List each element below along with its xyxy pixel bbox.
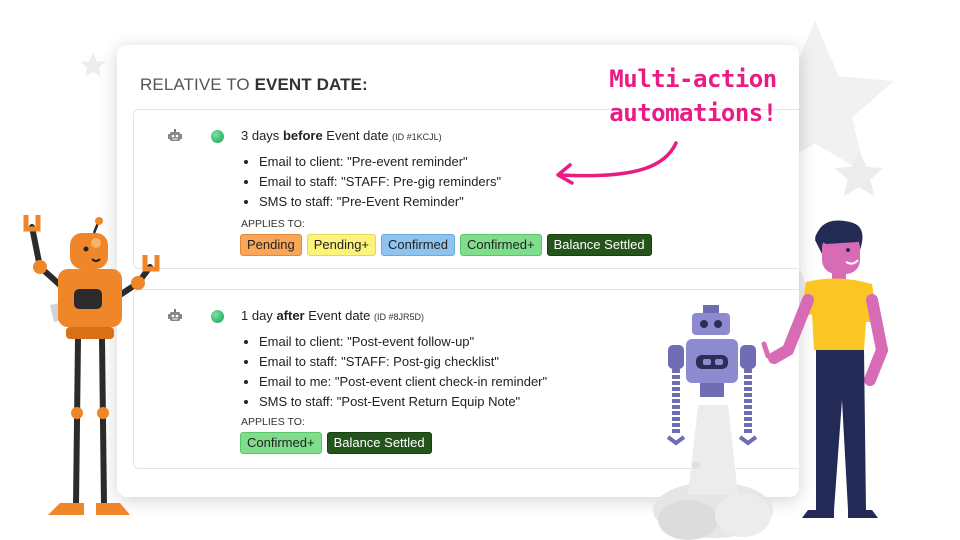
action-item: Email to client: "Pre-event reminder" xyxy=(259,152,501,172)
action-item: Email to client: "Post-event follow-up" xyxy=(259,332,547,352)
applies-to-label: APPLIES TO: xyxy=(241,218,305,230)
callout-text: Multi-action automations! xyxy=(609,65,777,127)
status-tag-list: Pending Pending+ Confirmed Confirmed+ Ba… xyxy=(240,234,652,256)
callout-arrow-icon xyxy=(556,141,678,185)
status-dot xyxy=(211,310,224,323)
status-tag-confirmed: Confirmed xyxy=(381,234,455,256)
rule-heading: 3 days before Event date (ID #1KCJL) xyxy=(241,128,442,143)
status-tag-list: Confirmed+ Balance Settled xyxy=(240,432,432,454)
status-tag-confirmed-plus: Confirmed+ xyxy=(240,432,322,454)
card-title: RELATIVE TO EVENT DATE: xyxy=(140,75,368,94)
action-item: SMS to staff: "Pre-Event Reminder" xyxy=(259,192,501,212)
action-item: Email to staff: "STAFF: Pre-gig reminder… xyxy=(259,172,501,192)
purple-robot-illustration xyxy=(653,305,773,540)
person-illustration xyxy=(761,220,889,518)
rule-id: (ID #1KCJL) xyxy=(392,132,442,142)
status-tag-pending: Pending xyxy=(240,234,302,256)
status-tag-confirmed-plus: Confirmed+ xyxy=(460,234,542,256)
rule-id: (ID #8JR5D) xyxy=(374,312,425,322)
robot-icon xyxy=(168,129,182,141)
background-star-icon xyxy=(834,149,884,197)
automation-rule[interactable]: 3 days before Event date (ID #1KCJL) Ema… xyxy=(133,109,799,269)
action-list: Email to client: "Post-event follow-up" … xyxy=(242,332,547,412)
status-tag-balance-settled: Balance Settled xyxy=(326,432,432,454)
status-tag-balance-settled: Balance Settled xyxy=(546,234,652,256)
action-list: Email to client: "Pre-event reminder" Em… xyxy=(242,152,501,212)
applies-to-label: APPLIES TO: xyxy=(241,416,305,428)
rule-heading: 1 day after Event date (ID #8JR5D) xyxy=(241,308,425,323)
action-item: Email to staff: "STAFF: Post-gig checkli… xyxy=(259,352,547,372)
orange-robot-illustration xyxy=(23,215,160,515)
status-tag-pending-plus: Pending+ xyxy=(306,234,377,256)
action-item: Email to me: "Post-event client check-in… xyxy=(259,372,547,392)
background-star-icon xyxy=(80,52,106,77)
status-dot xyxy=(211,130,224,143)
action-item: SMS to staff: "Post-Event Return Equip N… xyxy=(259,392,547,412)
